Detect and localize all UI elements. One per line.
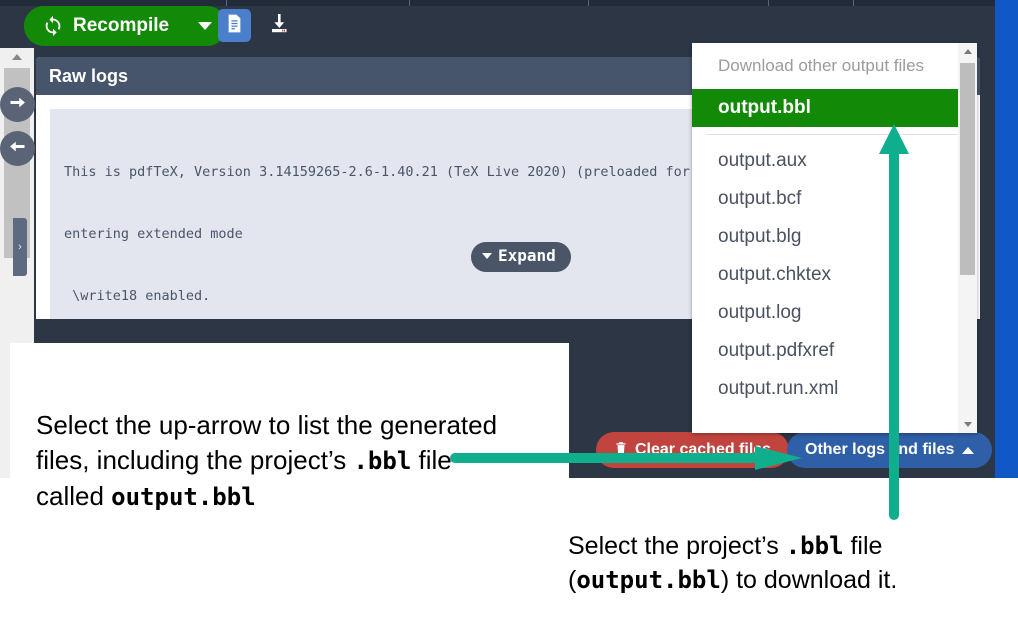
prev-page-button[interactable] [0, 131, 35, 166]
panel-resize-handle[interactable]: › [13, 218, 27, 276]
dropdown-item-output-bbl[interactable]: output.bbl [692, 89, 977, 127]
annotation-text-left: Select the up-arrow to list the generate… [36, 408, 506, 515]
raw-logs-title: Raw logs [49, 65, 129, 86]
dropdown-title: Download other output files [718, 56, 925, 75]
caret-up-icon [962, 446, 975, 454]
dropdown-item[interactable]: output.pdfxref [692, 332, 977, 370]
annotation-right-code2: output.bbl [576, 566, 721, 594]
annotation-left-code1: .bbl [353, 447, 412, 475]
recompile-button-group[interactable]: Recompile [24, 6, 228, 46]
dropdown-separator [706, 134, 963, 135]
expand-label: Expand [498, 246, 556, 265]
dropdown-item[interactable]: output.aux [692, 142, 977, 180]
document-icon [224, 13, 245, 39]
dropdown-scrollbar[interactable] [958, 43, 977, 433]
scroll-up-arrow-icon[interactable] [0, 48, 34, 66]
dropdown-item[interactable]: output.log [692, 294, 977, 332]
annotation-text-right: Select the project’s .bbl file (output.b… [568, 529, 998, 597]
editor-toolbar: Recompile [0, 6, 995, 48]
green-up-arrow-icon [876, 124, 912, 520]
download-icon [267, 11, 291, 40]
download-pdf-button[interactable] [262, 9, 295, 42]
dropdown-item[interactable]: output.chktex [692, 256, 977, 294]
scroll-up-arrow-icon[interactable] [958, 43, 977, 60]
dropdown-item[interactable]: output.blg [692, 218, 977, 256]
annotation-right-part1: Select the project’s [568, 532, 786, 560]
arrow-right-circle-icon [7, 92, 28, 118]
screenshot-root: Recompile Raw logs This is pdfTeX, Versi… [0, 0, 1018, 621]
scroll-down-arrow-icon[interactable] [958, 416, 977, 433]
annotation-right-part3: ) to download it. [720, 566, 898, 594]
scrollbar-thumb[interactable] [960, 63, 975, 275]
refresh-icon [42, 15, 64, 37]
expand-logs-button[interactable]: Expand [471, 242, 571, 272]
chevron-down-icon [482, 253, 492, 260]
browser-edge-strip [995, 0, 1018, 478]
view-logs-button[interactable] [218, 9, 251, 42]
annotation-right-code1: .bbl [785, 532, 844, 560]
next-page-button[interactable] [0, 87, 35, 122]
arrow-left-circle-icon [7, 136, 28, 162]
recompile-label: Recompile [73, 15, 170, 36]
annotation-left-code2: output.bbl [111, 483, 256, 511]
output-files-dropdown: Download other output files output.bbl o… [692, 43, 977, 433]
chevron-right-icon: › [18, 241, 22, 253]
recompile-button[interactable]: Recompile [24, 6, 184, 46]
dropdown-item[interactable]: output.run.xml [692, 370, 977, 408]
caret-down-icon [198, 22, 213, 30]
dropdown-item[interactable]: output.bcf [692, 180, 977, 218]
